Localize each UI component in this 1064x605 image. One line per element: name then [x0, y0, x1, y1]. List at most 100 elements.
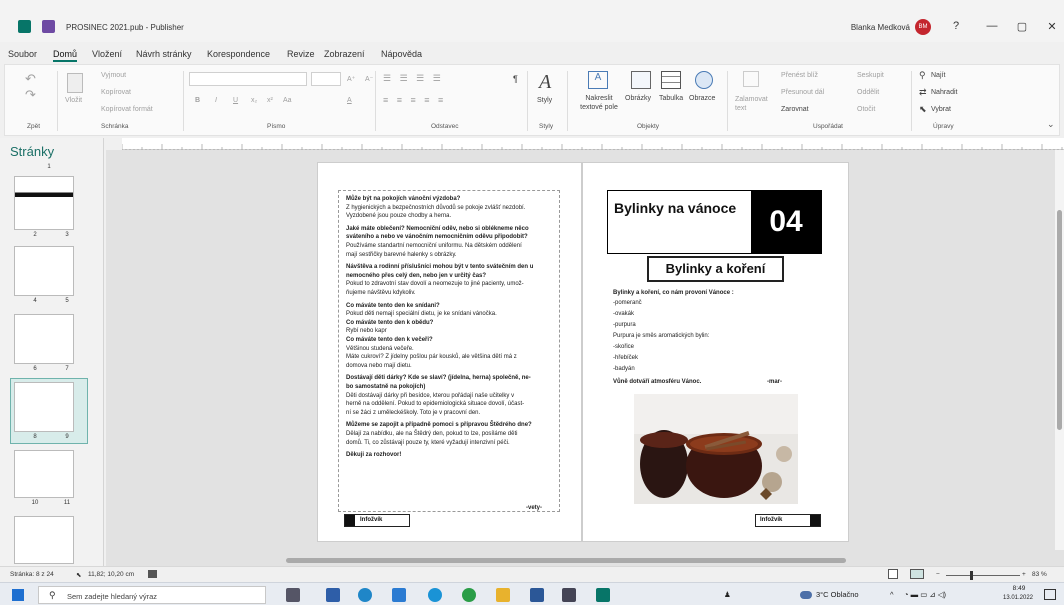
notifications-icon[interactable]	[1044, 589, 1056, 600]
chrome-icon[interactable]	[462, 588, 476, 602]
list-icons[interactable]: ☰ ☰ ☰ ☰	[383, 73, 444, 84]
group-button[interactable]: Seskupit	[857, 72, 884, 79]
horizontal-scroll-thumb[interactable]	[286, 558, 846, 563]
page-thumbnail-4-5[interactable]	[14, 314, 74, 364]
zoom-in-icon[interactable]: +	[1022, 571, 1026, 578]
draw-textbox-button[interactable]: Nakreslit textové pole	[577, 94, 621, 112]
align-icons[interactable]: ≡ ≡ ≡ ≡ ≡	[383, 95, 446, 105]
page-thumbnail-8-9[interactable]	[14, 382, 74, 432]
wrap-text-icon[interactable]	[743, 71, 759, 87]
weather-text[interactable]: 3°C Oblačno	[816, 590, 859, 599]
format-painter-button[interactable]: Kopírovat formát	[101, 106, 153, 113]
user-name[interactable]: Blanka Medková	[822, 23, 910, 32]
help-button[interactable]: ?	[946, 20, 966, 32]
zoom-out-icon[interactable]: −	[936, 571, 940, 578]
zoom-slider[interactable]	[946, 575, 1020, 576]
font-size-combo[interactable]	[311, 72, 341, 86]
close-button[interactable]: ✕	[1042, 20, 1062, 33]
browser-icon[interactable]	[428, 588, 442, 602]
taskbar-search[interactable]: ⚲ Sem zadejte hledaný výraz	[38, 586, 266, 604]
tray-chevron-icon[interactable]: ^	[890, 590, 894, 599]
grow-font-button[interactable]: A⁺	[347, 75, 355, 83]
shapes-icon[interactable]	[695, 71, 713, 89]
rotate-button[interactable]: Otočit	[857, 106, 875, 113]
page-thumbnail-1[interactable]	[14, 176, 74, 230]
undo-icon[interactable]: ↶	[25, 71, 36, 87]
collapse-ribbon-icon[interactable]: ⌄	[1047, 119, 1055, 130]
bold-button[interactable]: B	[195, 97, 200, 104]
font-color-button[interactable]: A	[347, 97, 352, 104]
save-icon[interactable]	[42, 20, 55, 33]
styles-button[interactable]: Styly	[537, 97, 552, 104]
clock-time[interactable]: 8:49	[1002, 585, 1036, 592]
bring-forward-button[interactable]: Přenést blíž	[781, 72, 818, 79]
page-thumbnail-12-13[interactable]	[14, 516, 74, 564]
wrap-text-button[interactable]: Zalamovat text	[735, 95, 771, 113]
vertical-scrollbar[interactable]	[1055, 150, 1064, 550]
find-button[interactable]: Najít	[931, 72, 945, 79]
calculator-icon[interactable]	[326, 588, 340, 602]
cut-button[interactable]: Vyjmout	[101, 72, 126, 79]
pilcrow-button[interactable]: ¶	[513, 74, 518, 84]
people-icon[interactable]: ♟	[724, 590, 731, 599]
interview-line: Dělají za nabídku, ale na Štědrý den, po…	[346, 431, 518, 437]
superscript-button[interactable]: x²	[267, 97, 273, 104]
explorer-icon[interactable]	[496, 588, 510, 602]
avatar[interactable]: BM	[915, 19, 931, 35]
mail-icon[interactable]	[392, 588, 406, 602]
ungroup-button[interactable]: Oddělit	[857, 89, 879, 96]
tab-revize[interactable]: Revize	[287, 49, 315, 59]
clock-date[interactable]: 13.01.2022	[996, 595, 1040, 601]
tab-vlozeni[interactable]: Vložení	[92, 49, 122, 59]
page-thumbnail-2-3[interactable]	[14, 246, 74, 296]
tab-domu[interactable]: Domů	[53, 49, 78, 62]
tab-napoveda[interactable]: Nápověda	[381, 49, 422, 59]
pictures-button[interactable]: Obrázky	[625, 95, 651, 102]
shapes-button[interactable]: Obrazce	[689, 95, 715, 102]
paste-button[interactable]: Vložit	[65, 97, 82, 104]
group-label-paragraph: Odstavec	[431, 123, 459, 130]
pictures-icon[interactable]	[631, 71, 651, 89]
windows-start-icon[interactable]	[12, 589, 24, 601]
page-thumbnail-10-11[interactable]	[14, 450, 74, 498]
send-backward-button[interactable]: Přesunout dál	[781, 89, 824, 96]
italic-button[interactable]: I	[215, 97, 217, 104]
tab-korespondence[interactable]: Korespondence	[207, 49, 270, 59]
table-icon[interactable]	[661, 71, 681, 89]
restore-button[interactable]: ▢	[1012, 20, 1032, 33]
tool-icon[interactable]	[562, 588, 576, 602]
vertical-scroll-thumb[interactable]	[1057, 210, 1062, 430]
word-icon[interactable]	[530, 588, 544, 602]
table-button[interactable]: Tabulka	[659, 95, 683, 102]
edge-icon[interactable]	[358, 588, 372, 602]
redo-icon[interactable]: ↷	[25, 87, 36, 103]
page-indicator[interactable]: Stránka: 8 z 24	[10, 571, 54, 578]
tab-zobrazeni[interactable]: Zobrazení	[324, 49, 365, 59]
zoom-slider-thumb[interactable]	[970, 571, 973, 580]
styles-icon[interactable]: A	[539, 71, 551, 94]
underline-button[interactable]: U	[233, 97, 238, 104]
subscript-button[interactable]: x₂	[251, 97, 257, 104]
copy-button[interactable]: Kopírovat	[101, 89, 131, 96]
single-page-view-icon[interactable]	[888, 569, 898, 579]
change-case-button[interactable]: Aa	[283, 97, 292, 104]
horizontal-scrollbar[interactable]	[106, 556, 1046, 566]
select-button[interactable]: Vybrat	[931, 106, 951, 113]
font-name-combo[interactable]	[189, 72, 307, 86]
replace-button[interactable]: Nahradit	[931, 89, 957, 96]
zoom-level[interactable]: 83 %	[1032, 571, 1047, 578]
minimize-button[interactable]: —	[982, 20, 1002, 32]
horizontal-ruler[interactable]	[121, 138, 1064, 151]
textbox-icon[interactable]: A	[588, 71, 608, 89]
task-view-icon[interactable]	[286, 588, 300, 602]
tab-navrh-stranky[interactable]: Návrh stránky	[136, 49, 192, 59]
tab-soubor[interactable]: Soubor	[8, 49, 37, 59]
interview-line: bo samostatně na pokojích)	[346, 384, 426, 390]
publisher-taskbar-icon[interactable]	[596, 588, 610, 602]
two-page-view-icon[interactable]	[910, 569, 924, 579]
paste-icon[interactable]	[67, 73, 83, 93]
mulled-wine-photo[interactable]	[634, 394, 798, 504]
shrink-font-button[interactable]: A⁻	[365, 75, 373, 83]
network-icon[interactable]: ◔ ▬ ▭ ⊿ ◁)	[904, 590, 946, 599]
align-button[interactable]: Zarovnat	[781, 106, 809, 113]
